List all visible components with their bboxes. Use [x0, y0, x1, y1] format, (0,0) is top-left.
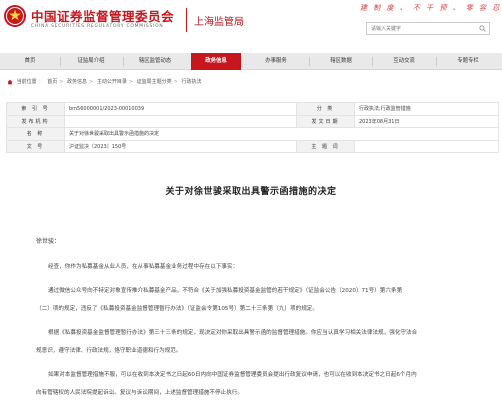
- nav-item-services[interactable]: 办事服务: [250, 53, 302, 70]
- body-paragraph: 经查，你作为私募基金从业人员，在从事私募基金业务过程中存在以下事实：: [48, 264, 239, 270]
- info-row: 文 号 沪证监决〔2023〕150号 主 题 词: [6, 139, 499, 153]
- nav-item-interaction[interactable]: 互动交流: [378, 53, 430, 70]
- breadcrumb-separator: ：: [38, 79, 44, 85]
- category-label: 分 类: [296, 102, 355, 116]
- issuer-value: [64, 114, 297, 128]
- document-title: 关于对徐世骏采取出具警示函措施的决定: [165, 187, 337, 197]
- nav-item-about[interactable]: 证监局介绍: [66, 53, 116, 70]
- breadcrumb-separator: >: [128, 78, 134, 85]
- breadcrumb-enforcement[interactable]: 行政执法: [181, 78, 201, 85]
- info-row: 索 引 号 bm56000001/2023-00010039 分 类 行政执法;…: [6, 102, 499, 116]
- nav-separator: [60, 57, 61, 66]
- header-divider: [186, 8, 187, 32]
- date-label: 发文日期: [296, 114, 355, 128]
- nav-item-regional-data[interactable]: 辖区数据: [316, 53, 366, 70]
- index-value: bm56000001/2023-00010039: [64, 102, 297, 116]
- nav-separator: [436, 57, 437, 66]
- salutation: 徐世骏：: [36, 238, 61, 245]
- nav-item-regional-news[interactable]: 辖区监管动态: [126, 53, 184, 70]
- breadcrumb-separator: >: [173, 78, 178, 85]
- body-paragraph: 根据《私募投资基金监督管理暂行办法》第三十三条的规定，现决定对你采取出具警示函的…: [48, 330, 418, 336]
- body-paragraph: 规意识，遵守法律、行政法规，恪守职业道德和行为规范。: [36, 348, 182, 354]
- info-row: 名 称 关于对徐世骏采取出具警示函措施的决定: [6, 127, 499, 141]
- nav-item-home[interactable]: 首页: [6, 53, 54, 70]
- breadcrumb-gov-info[interactable]: 政务信息: [67, 78, 87, 85]
- body-paragraph: 通过微信公众号向不特定对象宣传推介私募基金产品，不符合《关于加强私募投资基金监管…: [48, 288, 403, 294]
- breadcrumb-topic[interactable]: 证监局主题分类: [137, 78, 172, 85]
- breadcrumb-home[interactable]: 首页: [47, 78, 57, 85]
- nav-separator: [372, 57, 373, 66]
- search-input[interactable]: [367, 23, 489, 34]
- index-label: 索 引 号: [6, 102, 65, 116]
- subject-label: 主 题 词: [296, 139, 355, 153]
- breadcrumb-catalog[interactable]: 主动公开目录: [97, 78, 127, 85]
- main-nav: 首页 证监局介绍 辖区监管动态 政务信息 办事服务 辖区数据 互动交流 专题专栏: [0, 53, 502, 70]
- org-name-en: CHINA SECURITIES REGULATORY COMMISSION: [31, 24, 164, 29]
- home-icon: [7, 79, 13, 84]
- body-paragraph: （二）项的规定，违反了《私募投资基金监督管理暂行办法》（证监会令第105号）第二…: [36, 306, 318, 312]
- nav-item-gov-info[interactable]: 政务信息: [191, 53, 241, 70]
- document-info-table: 索 引 号 bm56000001/2023-00010039 分 类 行政执法;…: [6, 102, 499, 153]
- search-box: [366, 22, 490, 35]
- search-icon[interactable]: [479, 25, 486, 32]
- bureau-name: 上海监管局: [194, 17, 244, 28]
- issuer-label: 发布机构: [6, 114, 65, 128]
- site-header: 中国证券监督管理委员会 CHINA SECURITIES REGULATORY …: [0, 0, 502, 46]
- breadcrumb: 当前位置： 首页 > 政务信息 > 主动公开目录 > 证监局主题分类 > 行政执法: [7, 78, 201, 88]
- nav-separator: [309, 57, 310, 66]
- breadcrumb-separator: >: [89, 78, 94, 85]
- category-value: 行政执法;行政监管措施: [354, 102, 499, 116]
- org-name-cn: 中国证券监督管理委员会: [31, 9, 175, 24]
- slogan-text: 建 制 度 、 不 干 预 、 零 容 忍: [360, 4, 502, 12]
- breadcrumb-current-label: 当前位置: [16, 79, 37, 85]
- doc-number-value: 沪证监决〔2023〕150号: [64, 139, 297, 153]
- name-label: 名 称: [6, 127, 65, 141]
- body-paragraph: 如果对本监督管理措施不服，可以在收到本决定书之日起60日内向中国证券监督管理委员…: [48, 372, 417, 378]
- breadcrumb-separator: >: [59, 78, 64, 85]
- name-value: 关于对徐世骏采取出具警示函措施的决定: [64, 127, 499, 141]
- doc-number-label: 文 号: [6, 139, 65, 153]
- nav-item-special-topics[interactable]: 专题专栏: [442, 53, 494, 70]
- date-value: 2023年08月31日: [354, 114, 499, 128]
- body-paragraph: 向有管辖权的人民法院提起诉讼。复议与诉讼期间，上述监督管理措施不停止执行。: [36, 390, 243, 396]
- nav-separator: [123, 57, 124, 66]
- info-row: 发布机构 发文日期 2023年08月31日: [6, 114, 499, 128]
- subject-value: [354, 139, 499, 153]
- csrc-emblem-icon[interactable]: [3, 4, 27, 28]
